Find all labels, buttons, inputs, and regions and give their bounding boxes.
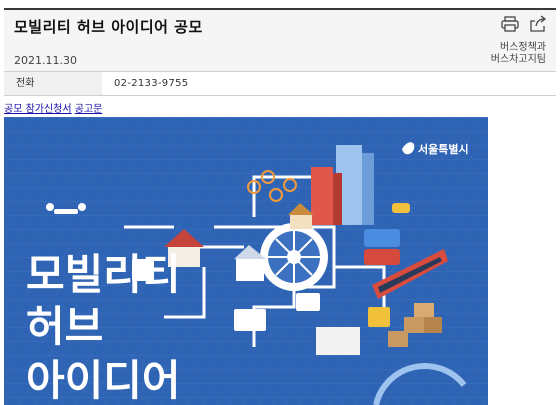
phone-label: 전화: [4, 72, 102, 95]
department-line-1: 버스정책과: [500, 42, 546, 53]
print-icon[interactable]: [501, 16, 519, 32]
poster-headline-3: 아이디어: [26, 356, 181, 405]
shop-tile: [296, 293, 320, 311]
hub-wheel: [260, 223, 328, 291]
info-row-phone: 전화 02-2133-9755: [4, 72, 556, 96]
poster-headline-1: 모빌리티: [26, 250, 181, 299]
department-line-2: 버스차고지팀: [490, 54, 546, 65]
post-title: 모빌리티 허브 아이디어 공모: [14, 18, 203, 36]
red-bus: [364, 249, 400, 265]
laptop: [234, 309, 266, 331]
poster-image: 모빌리티 허브 아이디어 서울특별시: [4, 117, 488, 405]
post-department: 버스정책과 버스차고지팀: [491, 42, 546, 66]
taxi: [392, 203, 410, 213]
attachment-link-notice[interactable]: 공고문: [75, 104, 103, 115]
red-building: [311, 167, 342, 225]
attachment-link-application[interactable]: 공모 참가신청서: [4, 104, 72, 115]
seoul-logo-text: 서울특별시: [418, 142, 469, 156]
delivery-truck: [316, 327, 360, 355]
attachment-links: 공모 참가신청서 공고문: [4, 100, 102, 115]
share-icon[interactable]: [529, 15, 547, 33]
pin-tile: [368, 307, 390, 327]
blue-bus: [364, 229, 400, 247]
poster-headline-2: 허브: [26, 302, 103, 351]
post-date: 2021.11.30: [14, 54, 77, 67]
phone-value: 02-2133-9755: [114, 78, 189, 89]
post-header: 모빌리티 허브 아이디어 공모 2021.11.30 버스정책과 버스차고지팀: [4, 8, 556, 72]
poster-illustration: 모빌리티 허브 아이디어 서울특별시: [4, 117, 488, 405]
